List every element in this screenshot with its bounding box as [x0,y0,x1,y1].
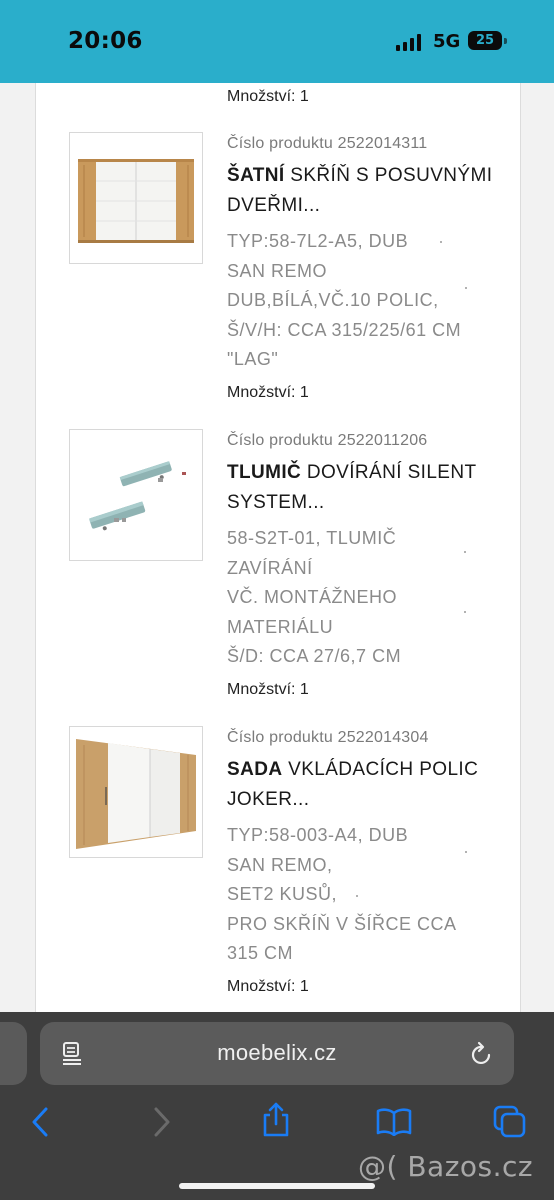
description-line: PRO SKŘÍŇ V ŠÍŘCE CCA [227,913,457,934]
share-icon[interactable] [261,1102,291,1138]
product-code: Číslo produktu 2522014304 [227,729,429,746]
product-title-bold: SADA [227,759,283,780]
product-image-damper[interactable] [69,429,203,561]
product-image-shelves[interactable] [69,726,203,858]
product-quantity: Množství: 1 [227,978,309,995]
description-line: Š/D: CCA 27/6,7 CM [227,646,402,666]
network-label: 5G [433,31,461,52]
battery-icon: 25 [468,31,502,50]
product-code: Číslo produktu 2522011206 [227,432,428,449]
forward-icon[interactable] [150,1107,172,1137]
description-line: TYP:58-003-A4, DUB [227,825,409,845]
damper-image-icon [89,461,186,531]
dot [465,287,467,289]
product-quantity: Množství: 1 [227,681,309,698]
watermark: @( Bazos.cz [358,1150,534,1183]
description-line: SAN REMO, [227,854,333,875]
product-description: 58-S2T-01, TLUMIČ ZAVÍRÁNÍ VČ. MONTÁŽNEH… [227,524,497,672]
description-line: 58-S2T-01, TLUMIČ [227,528,397,548]
product-title[interactable]: TLUMIČ DOVÍRÁNÍ SILENT SYSTEM... [227,458,497,518]
description-line: SAN REMO [227,260,328,281]
product-description: TYP:58-7L2-A5, DUB SAN REMO DUB,BÍLÁ,VČ.… [227,227,497,375]
status-time: 20:06 [68,28,143,54]
battery-level: 25 [475,33,495,48]
description-line: TYP:58-7L2-A5, DUB [227,231,409,251]
url-text[interactable]: moebelix.cz [40,1040,514,1066]
shelves-image-icon [76,739,196,849]
back-icon[interactable] [30,1107,52,1137]
dot [465,851,467,853]
description-line: SET2 KUSŮ, [227,884,338,904]
product-description: TYP:58-003-A4, DUB SAN REMO, SET2 KUSŮ, … [227,821,497,969]
description-line: "LAG" [227,349,279,369]
page-content: Množství: 1 Číslo produktu 2522014311 ŠA… [0,83,554,1013]
description-line: DUB,BÍLÁ,VČ.10 POLIC, [227,290,439,310]
address-bar[interactable]: moebelix.cz [40,1022,514,1085]
previous-tab-preview[interactable] [0,1022,27,1085]
product-title-bold: TLUMIČ [227,462,302,483]
reload-icon[interactable] [470,1041,494,1067]
product-title[interactable]: ŠATNÍ SKŘÍŇ S POSUVNÝMI DVEŘMI... [227,161,497,221]
product-code: Číslo produktu 2522014311 [227,135,428,152]
status-bar: 20:06 5G 25 [0,0,554,83]
description-line: Š/V/H: CCA 315/225/61 CM [227,319,462,340]
signal-icon [396,33,424,51]
description-line: ZAVÍRÁNÍ [227,557,313,578]
battery-tip [504,38,507,44]
product-quantity: Množství: 1 [227,384,309,401]
dot [464,611,466,613]
product-image-wardrobe[interactable] [69,132,203,264]
product-title-bold: ŠATNÍ [227,165,285,186]
description-line: 315 CM [227,943,294,963]
bookmarks-icon[interactable] [376,1108,412,1136]
previous-item-quantity: Množství: 1 [227,88,309,105]
description-line: VČ. MONTÁŽNEHO [227,587,398,607]
description-line: MATERIÁLU [227,616,334,637]
tabs-icon[interactable] [493,1105,527,1139]
dot [440,241,442,243]
home-indicator[interactable] [179,1183,375,1189]
wardrobe-image-icon [78,159,194,243]
dot [356,895,358,897]
dot [464,551,466,553]
product-title[interactable]: SADA VKLÁDACÍCH POLIC JOKER... [227,755,497,815]
